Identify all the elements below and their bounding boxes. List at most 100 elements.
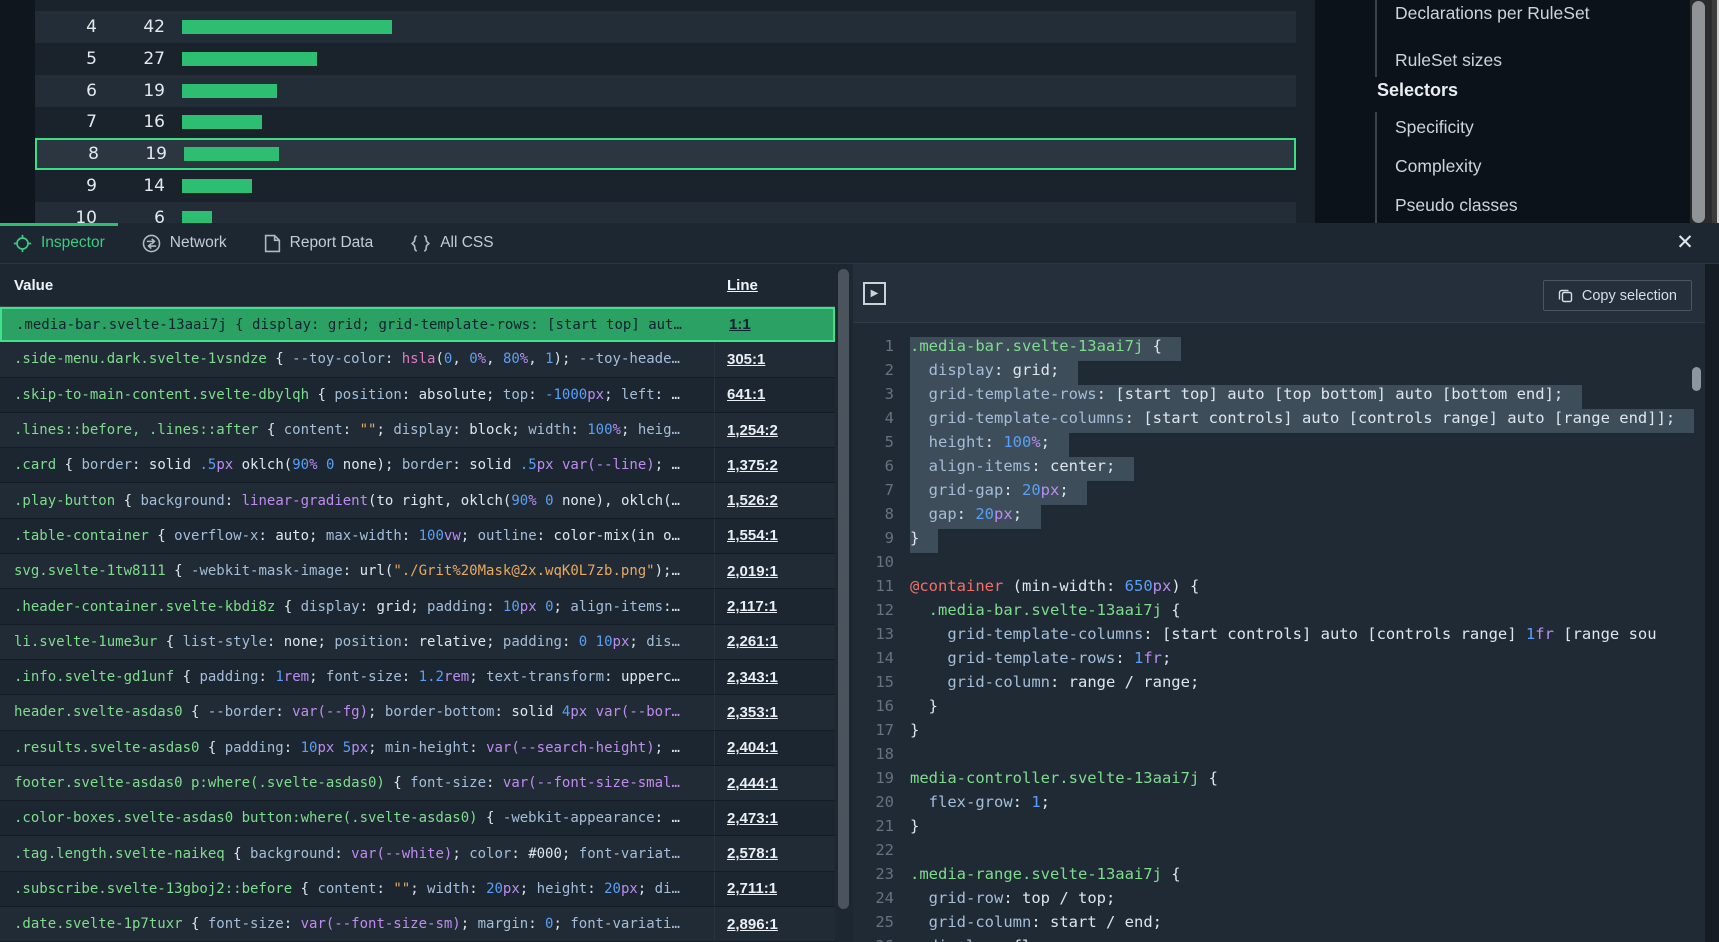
code-text-selected: grid-template-rows: [start top] auto [to… bbox=[910, 385, 1582, 409]
code-line: 6 align-items: center; bbox=[853, 457, 1705, 481]
chart-bar bbox=[182, 20, 392, 34]
code-text: .media-range.svelte-13aai7j { bbox=[910, 865, 1181, 889]
sidebar-item-ruleset-sizes[interactable]: RuleSet sizes bbox=[1395, 50, 1502, 71]
chart-row[interactable]: 527 bbox=[35, 43, 1296, 75]
code-editor[interactable]: 1.media-bar.svelte-13aai7j { 2 display: … bbox=[853, 324, 1705, 942]
table-row[interactable]: .color-boxes.svelte-asdas0 button:where(… bbox=[0, 801, 835, 836]
table-row[interactable]: .table-container { overflow-x: auto; max… bbox=[0, 519, 835, 554]
code-text: } bbox=[910, 697, 938, 721]
rule-line-link[interactable]: 2,353:1 bbox=[715, 704, 778, 721]
code-line: 25 grid-column: start / end; bbox=[853, 913, 1705, 937]
rule-line-link[interactable]: 2,019:1 bbox=[715, 563, 778, 580]
rule-line-link[interactable]: 2,711:1 bbox=[715, 880, 777, 897]
code-text: grid-template-rows: 1fr; bbox=[910, 649, 1171, 673]
table-row[interactable]: .play-button { background: linear-gradie… bbox=[0, 483, 835, 518]
tab-report-data[interactable]: Report Data bbox=[251, 223, 398, 263]
table-row[interactable]: .info.svelte-gd1unf { padding: 1rem; fon… bbox=[0, 660, 835, 695]
expand-sidebar-icon[interactable]: ▶ bbox=[863, 282, 886, 305]
copy-icon bbox=[1558, 288, 1573, 303]
rule-line-link[interactable]: 2,343:1 bbox=[715, 669, 778, 686]
column-header-line: Line bbox=[715, 277, 758, 294]
code-line: 4 grid-template-columns: [start controls… bbox=[853, 409, 1705, 433]
code-line: 5 height: 100%; bbox=[853, 433, 1705, 457]
code-line: 9} bbox=[853, 529, 1705, 553]
rule-value-cell: .media-bar.svelte-13aai7j { display: gri… bbox=[2, 309, 717, 340]
document-icon bbox=[264, 234, 281, 253]
table-row[interactable]: svg.svelte-1tw8111 { -webkit-mask-image:… bbox=[0, 554, 835, 589]
table-row[interactable]: .side-menu.dark.svelte-1vsndze { --toy-c… bbox=[0, 342, 835, 377]
sidebar-item-pseudo-classes[interactable]: Pseudo classes bbox=[1395, 195, 1518, 216]
rule-line-link[interactable]: 2,404:1 bbox=[715, 739, 778, 756]
code-line: 1.media-bar.svelte-13aai7j { bbox=[853, 337, 1705, 361]
table-row[interactable]: .skip-to-main-content.svelte-dbylqh { po… bbox=[0, 378, 835, 413]
table-row[interactable]: .header-container.svelte-kbdi8z { displa… bbox=[0, 589, 835, 624]
page-scrollbar-thumb[interactable] bbox=[1692, 1, 1705, 223]
sidebar-item-complexity[interactable]: Complexity bbox=[1395, 156, 1482, 177]
table-row[interactable]: .date.svelte-1p7tuxr { font-size: var(--… bbox=[0, 907, 835, 942]
chart-bar bbox=[182, 211, 212, 223]
chart-row-index: 7 bbox=[35, 112, 97, 132]
rule-line-link[interactable]: 2,473:1 bbox=[715, 810, 778, 827]
table-row[interactable]: .tag.length.svelte-naikeq { background: … bbox=[0, 836, 835, 871]
code-line-number: 20 bbox=[853, 793, 910, 817]
code-line: 17} bbox=[853, 721, 1705, 745]
close-panel-button[interactable]: ✕ bbox=[1672, 230, 1698, 256]
rule-line-link[interactable]: 2,261:1 bbox=[715, 633, 778, 650]
tab-all-css[interactable]: All CSS bbox=[397, 223, 517, 263]
table-row[interactable]: .card { border: solid .5px oklch(90% 0 n… bbox=[0, 448, 835, 483]
code-line-number: 23 bbox=[853, 865, 910, 889]
table-row[interactable]: footer.svelte-asdas0 p:where(.svelte-asd… bbox=[0, 766, 835, 801]
table-scrollbar[interactable] bbox=[835, 264, 853, 942]
tab-inspector[interactable]: Inspector bbox=[0, 223, 129, 263]
code-pane: ▶ Copy selection 1.media-bar.svelte-13aa… bbox=[853, 264, 1705, 942]
table-row[interactable]: .subscribe.svelte-13gboj2::before { cont… bbox=[0, 872, 835, 907]
rule-line-link[interactable]: 305:1 bbox=[715, 351, 765, 368]
chart-row[interactable]: 442 bbox=[35, 11, 1296, 43]
chart-row-value: 16 bbox=[97, 112, 165, 132]
code-line-number: 14 bbox=[853, 649, 910, 673]
rule-line-link[interactable]: 2,117:1 bbox=[715, 598, 777, 615]
rule-line-link[interactable]: 641:1 bbox=[715, 386, 765, 403]
network-icon bbox=[142, 234, 161, 253]
code-scrollbar-thumb[interactable] bbox=[1692, 367, 1701, 391]
chart-bar bbox=[184, 147, 279, 161]
chart-row[interactable]: 819 bbox=[35, 138, 1296, 170]
sidebar-section-selectors: Selectors bbox=[1377, 80, 1458, 101]
code-text: } bbox=[910, 817, 919, 841]
code-line-number: 13 bbox=[853, 625, 910, 649]
chart-row-index: 9 bbox=[35, 176, 97, 196]
table-scrollbar-thumb[interactable] bbox=[838, 269, 849, 909]
table-row[interactable]: .results.svelte-asdas0 { padding: 10px 5… bbox=[0, 731, 835, 766]
table-row[interactable]: .lines::before, .lines::after { content:… bbox=[0, 413, 835, 448]
rule-line-link[interactable]: 1,254:2 bbox=[715, 422, 778, 439]
code-text: flex-grow: 1; bbox=[910, 793, 1050, 817]
rule-line-link[interactable]: 2,896:1 bbox=[715, 916, 778, 933]
rule-line-link[interactable]: 1,375:2 bbox=[715, 457, 778, 474]
rule-value-cell: .card { border: solid .5px oklch(90% 0 n… bbox=[0, 448, 715, 482]
table-row[interactable]: header.svelte-asdas0 { --border: var(--f… bbox=[0, 695, 835, 730]
code-line-number: 25 bbox=[853, 913, 910, 937]
tab-label: Network bbox=[170, 234, 227, 252]
rule-line-link[interactable]: 2,578:1 bbox=[715, 845, 778, 862]
chart-row-value: 19 bbox=[99, 144, 167, 164]
chart-row[interactable]: 106 bbox=[35, 202, 1296, 223]
table-row[interactable]: .media-bar.svelte-13aai7j { display: gri… bbox=[0, 307, 835, 342]
rule-line-link[interactable]: 2,444:1 bbox=[715, 775, 778, 792]
chart-bar bbox=[182, 179, 252, 193]
code-line-number: 3 bbox=[853, 385, 910, 409]
page-scrollbar[interactable] bbox=[1690, 0, 1712, 223]
rule-line-link[interactable]: 1:1 bbox=[717, 316, 751, 333]
code-line-number: 21 bbox=[853, 817, 910, 841]
copy-selection-button[interactable]: Copy selection bbox=[1543, 280, 1692, 311]
chart-row[interactable]: 716 bbox=[35, 106, 1296, 138]
panel-right-gutter bbox=[1705, 264, 1719, 942]
declarations-chart: 442527619716819914106 bbox=[35, 0, 1315, 223]
chart-row[interactable]: 619 bbox=[35, 75, 1296, 107]
rule-line-link[interactable]: 1,554:1 bbox=[715, 527, 778, 544]
table-row[interactable]: li.svelte-1ume3ur { list-style: none; po… bbox=[0, 625, 835, 660]
tab-network[interactable]: Network bbox=[129, 223, 251, 263]
chart-row[interactable]: 914 bbox=[35, 170, 1296, 202]
rule-line-link[interactable]: 1,526:2 bbox=[715, 492, 778, 509]
sidebar-item-specificity[interactable]: Specificity bbox=[1395, 117, 1474, 138]
sidebar-item-declarations-per-ruleset[interactable]: Declarations per RuleSet bbox=[1395, 3, 1590, 24]
